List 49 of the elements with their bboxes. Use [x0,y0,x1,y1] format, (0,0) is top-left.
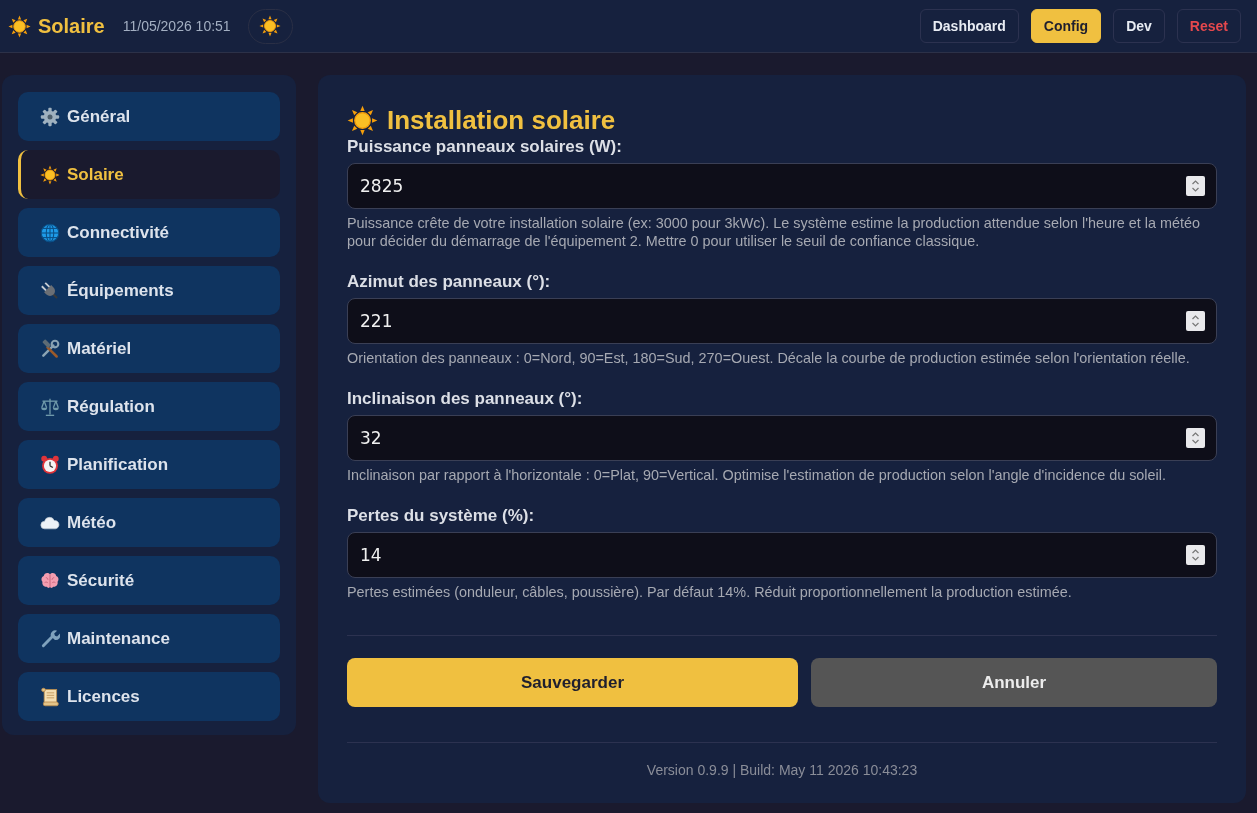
sidebar-item[interactable]: Météo [18,498,280,547]
wrench-icon [40,628,60,649]
sidebar-item[interactable]: Général [18,92,280,141]
field-help-text: Inclinaison par rapport à l'horizontale : 0=Plat, 90=Vertical. Optimise l'estimation de production selon l'angle d'incidence du soleil. [347,466,1167,484]
sidebar-item[interactable]: Équipements [18,266,280,315]
sidebar-item[interactable]: Régulation [18,382,280,431]
sidebar-item[interactable]: Solaire [18,150,280,199]
field-label: Azimut des panneaux (°): [347,271,552,293]
nav-button[interactable]: Dev [1113,9,1165,43]
number-input[interactable]: 221 [347,298,1217,344]
field-label: Pertes du système (%): [347,505,536,527]
spinner-icon[interactable] [1186,176,1205,196]
scroll-icon [40,686,60,707]
sun-icon [259,15,282,37]
date-time: 11/05/2026 10:51 [122,16,231,36]
sidebar-item[interactable]: Planification [18,440,280,489]
sidebar-item[interactable]: Maintenance [18,614,280,663]
field-label: Puissance panneaux solaires (W): [347,136,623,158]
field-help-text: Orientation des panneaux : 0=Nord, 90=Est, 180=Sud, 270=Ouest. Décale la courbe de production estimée selon l'orientation réelle. [347,349,1191,367]
panel-title: Installation solaire [387,104,616,136]
scales-icon [40,396,60,417]
globe-icon [40,222,60,243]
gear-icon [40,106,60,127]
number-input[interactable]: 14 [347,532,1217,578]
nav-button[interactable]: Dashboard [919,9,1019,43]
spinner-icon[interactable] [1186,428,1205,448]
brain-icon [40,570,60,591]
version-text: Version 0.9.9 | Build: May 11 2026 10:43:23 [646,761,918,779]
field-label: Inclinaison des panneaux (°): [347,388,584,410]
save-button[interactable]: Sauvegarder [347,658,798,707]
cancel-button[interactable]: Annuler [811,658,1217,707]
sidebar-item[interactable]: Sécurité [18,556,280,605]
app-title: Solaire [38,14,105,39]
sidebar-item[interactable]: Licences [18,672,280,721]
plug-icon [40,280,60,301]
sun-icon [347,104,378,136]
sidebar-item[interactable]: Matériel [18,324,280,373]
hammer-and-wrench-icon [40,338,60,359]
spinner-icon[interactable] [1186,545,1205,565]
sidebar-item[interactable]: Connectivité [18,208,280,257]
field-help-text: Pertes estimées (onduleur, câbles, poussière). Par défaut 14%. Réduit proportionnellement la production estimée. [347,583,1073,601]
field-help-text: Puissance crête de votre installation solaire (ex: 3000 pour 3kWc). Le système estime la production attendue selon l'heure et la météo pour décider du démarrage de l'équipement 2. Mettre 0 pour utiliser le seuil de confiance classique. [347,214,1202,250]
alarm-clock-icon [40,454,60,475]
sun-icon [40,164,60,185]
number-input[interactable]: 32 [347,415,1217,461]
sun-icon [8,14,31,38]
nav-button[interactable]: Reset [1176,9,1241,43]
spinner-icon[interactable] [1186,311,1205,331]
number-input[interactable]: 2825 [347,163,1217,209]
